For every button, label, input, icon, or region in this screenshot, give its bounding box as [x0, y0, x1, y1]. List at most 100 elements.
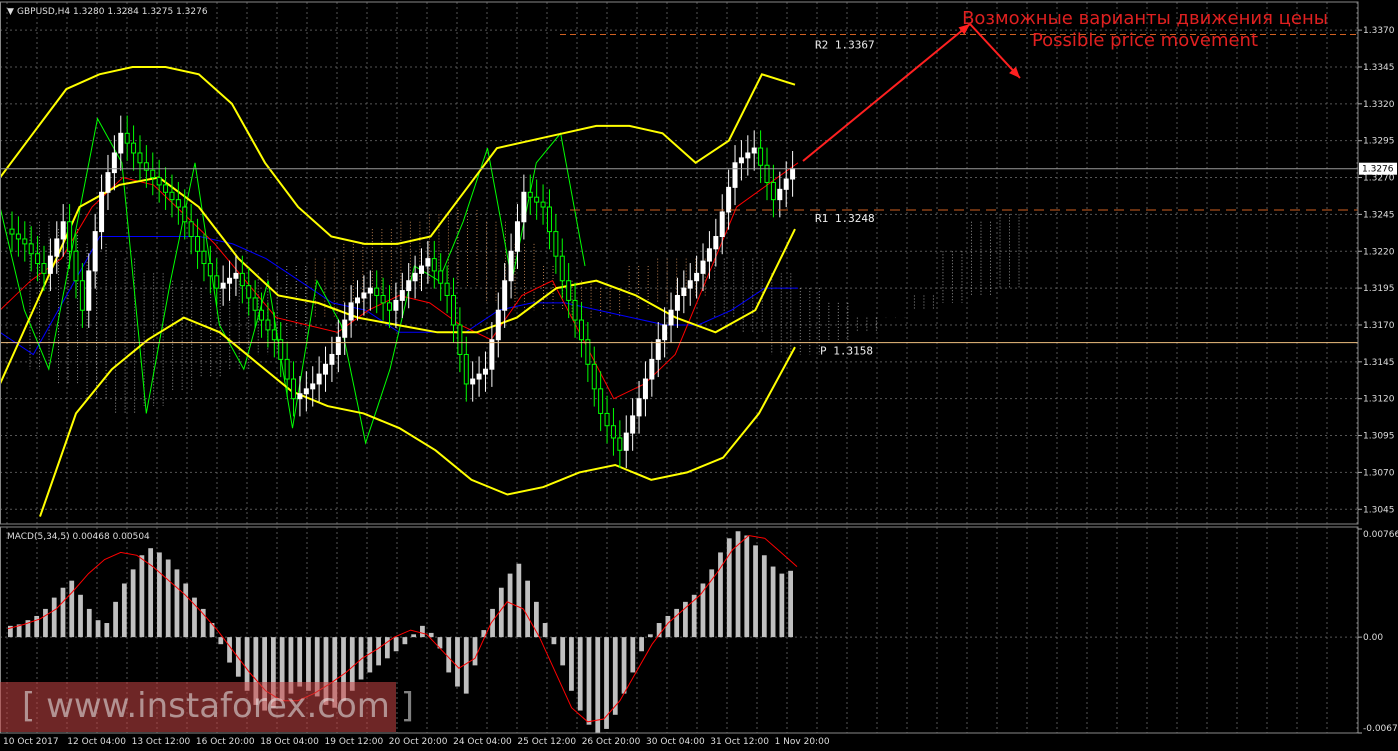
candle-body [534, 196, 540, 203]
y-tick-label: 1.3145 [1363, 358, 1395, 368]
x-tick-label: 13 Oct 12:00 [132, 737, 191, 747]
macd-histogram-bar [551, 637, 557, 645]
candle-body [457, 324, 463, 355]
macd-histogram-bar [788, 570, 793, 638]
candle-body [175, 199, 181, 208]
candle-body [610, 425, 616, 439]
y-tick-label: 1.3045 [1363, 505, 1395, 515]
candle-body [514, 221, 520, 252]
candle-body [758, 147, 764, 166]
x-tick-label: 1 Nov 20:00 [775, 737, 830, 747]
macd-histogram-bar [165, 559, 171, 638]
chart-canvas: R2 1.3367 R1 1.3248 P 1.3158 1.3370 1.3345 1… [0, 0, 1398, 751]
macd-histogram-bar [639, 637, 644, 652]
candle-body [169, 191, 175, 201]
candle-body [412, 272, 418, 282]
candle-body [355, 297, 361, 304]
candle-body [450, 294, 456, 326]
candle-body [297, 393, 303, 400]
candle-body [623, 432, 629, 451]
candle-body [156, 177, 162, 186]
candle-body [470, 378, 476, 385]
candle-body [578, 319, 584, 341]
macd-histogram-bar [227, 637, 232, 663]
candle-body [342, 319, 348, 338]
candle-body [604, 412, 610, 427]
macd-histogram-bar [761, 555, 767, 638]
candle-body [431, 258, 437, 272]
candle-body [131, 142, 137, 154]
macd-histogram-bar [60, 587, 66, 638]
macd-histogram-bar [542, 623, 548, 638]
x-tick-label: 31 Oct 12:00 [710, 737, 769, 747]
candle-body [35, 253, 41, 265]
candle-body [783, 178, 789, 190]
macd-histogram-bar [411, 634, 417, 638]
candle-body [361, 292, 367, 299]
x-tick-label: 19 Oct 12:00 [325, 737, 384, 747]
candle-body [553, 231, 559, 257]
macd-histogram-bar [744, 535, 750, 638]
candle-body [777, 188, 783, 201]
candle-body [591, 363, 597, 390]
symbol-header: GBPUSD,H4 1.3280 1.3284 1.3275 1.3276 [17, 7, 208, 17]
annotation-ru: Возможные варианты движения цены [962, 8, 1328, 29]
macd-histogram-bar [770, 566, 776, 638]
pivot-label-r2: R2 1.3367 [815, 39, 875, 52]
x-tick-label: 24 Oct 04:00 [453, 737, 512, 747]
candle-body [60, 221, 66, 240]
candle-body [700, 260, 706, 274]
candle-body [92, 231, 98, 272]
macd-histogram-bar [235, 637, 241, 677]
candle-body [41, 263, 47, 274]
candle-body [73, 250, 79, 282]
candle-body [9, 228, 15, 235]
y-tick-label: 1.3070 [1363, 468, 1395, 478]
candle-body [137, 152, 143, 164]
pivot-label-r1: R1 1.3248 [815, 212, 875, 225]
candle-body [681, 287, 687, 296]
candle-body [303, 388, 309, 395]
candle-body [201, 250, 207, 265]
macd-y-tick-label: -0.00679 [1363, 724, 1398, 734]
macd-histogram-bar [376, 637, 381, 666]
candle-body [239, 272, 245, 287]
macd-histogram-bar [218, 637, 224, 645]
macd-histogram-bar [577, 637, 583, 711]
candle-body [214, 275, 220, 289]
macd-histogram-bar [297, 637, 303, 687]
macd-histogram-bar [157, 552, 162, 638]
candle-body [399, 290, 405, 301]
candle-body [182, 206, 188, 223]
macd-histogram-bar [683, 601, 688, 638]
macd-histogram-bar [402, 637, 408, 645]
candle-body [495, 309, 501, 341]
macd-histogram-bar [753, 545, 758, 638]
candle-body [265, 319, 271, 331]
candle-body [668, 309, 674, 326]
x-tick-label: 26 Oct 20:00 [582, 737, 641, 747]
macd-histogram-bar [104, 623, 110, 638]
macd-histogram-bar [630, 637, 636, 673]
macd-histogram-bar [612, 637, 618, 715]
annotation-en: Possible price movement [1031, 30, 1259, 51]
macd-histogram-bar [472, 637, 478, 666]
candle-body [86, 270, 92, 311]
candle-body [540, 201, 546, 208]
candle-body [489, 339, 495, 370]
x-tick-label: 20 Oct 20:00 [389, 737, 448, 747]
candle-body [111, 152, 117, 174]
y-tick-label: 1.3295 [1363, 137, 1395, 147]
candle-body [502, 280, 508, 311]
candle-body [406, 280, 412, 292]
candle-body [425, 258, 431, 267]
macd-histogram-bar [446, 637, 452, 673]
candle-body [118, 132, 124, 154]
candle-body [22, 238, 28, 245]
candle-body [438, 270, 444, 284]
symbol-menu-icon[interactable]: ▼ [7, 7, 14, 17]
candle-body [323, 363, 329, 375]
candle-body [374, 287, 380, 296]
y-tick-label: 1.3270 [1363, 174, 1395, 184]
candle-body [790, 168, 796, 180]
